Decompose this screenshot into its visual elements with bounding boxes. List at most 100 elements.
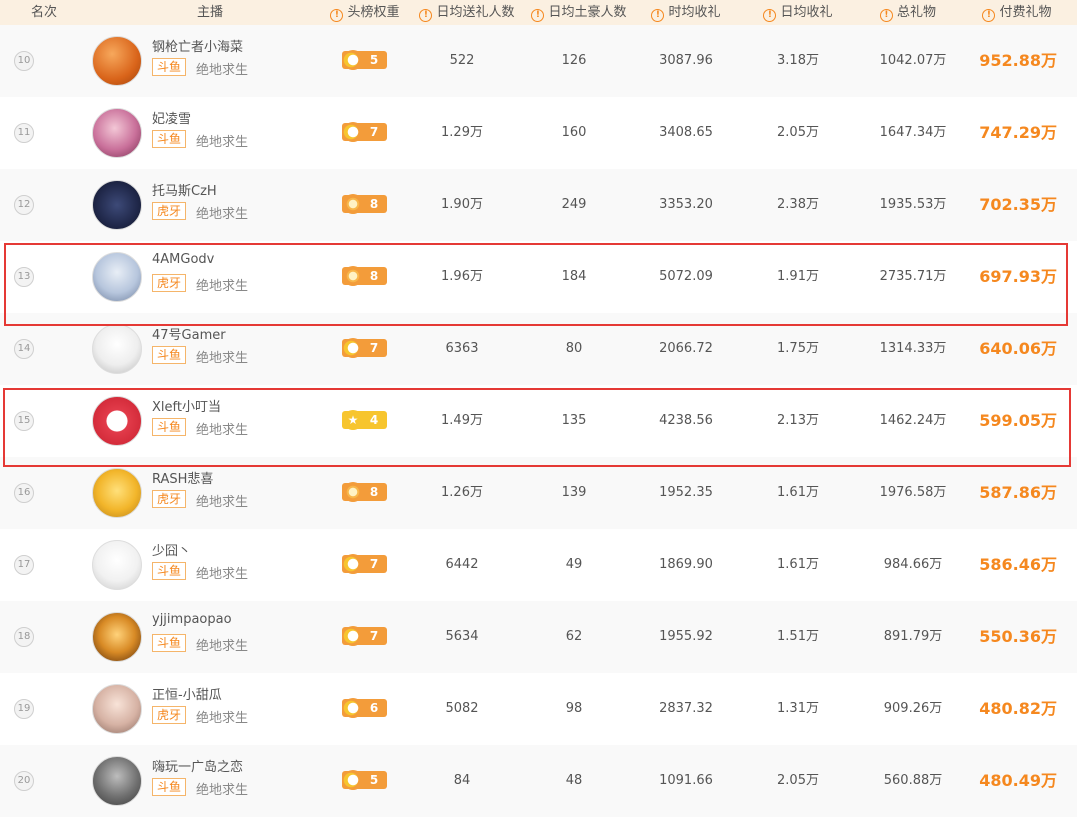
anchor-name[interactable]: 4AMGodv [152,252,214,267]
hourly-gifts-value: 3408.65 [659,125,713,140]
paid-gifts-value: 952.88万 [979,51,1057,70]
table-row[interactable]: 14 47号Gamer 斗鱼 绝地求生 7 6363 80 2066.72 1.75万 1314.… [0,313,1077,385]
weight-level: 7 [369,629,379,643]
anchor-name[interactable]: Xleft小叮当 [152,396,221,415]
rank-badge: 14 [14,339,34,359]
avatar[interactable] [92,36,142,86]
weight-level: 7 [369,341,379,355]
rank-badge: 17 [14,555,34,575]
daily-tycoons-value: 80 [565,341,583,356]
weight-badge: 8 [342,194,387,214]
game-label: 绝地求生 [196,567,249,582]
avatar[interactable] [92,396,142,446]
total-gifts-value: 909.26万 [883,701,943,716]
info-icon: ! [531,9,545,22]
daily-gifts-value: 3.18万 [777,53,819,68]
anchor-name[interactable]: RASH悲喜 [152,468,213,487]
avatar[interactable] [92,324,142,374]
star-icon: ★ [343,410,363,430]
weight-badge: 7 [342,338,387,358]
total-gifts-value: 560.88万 [883,773,943,788]
sun-icon [343,482,363,502]
avatar[interactable] [92,756,142,806]
avatar[interactable] [92,108,142,158]
anchor-name[interactable]: 钢枪亡者小海菜 [152,36,243,55]
moon-icon [343,698,363,718]
table-row[interactable]: 11 妃凌雪 斗鱼 绝地求生 7 1.29万 160 3408.65 2.05万 1647.34万… [0,97,1077,169]
info-icon: ! [330,9,344,22]
paid-gifts-value: 697.93万 [979,267,1057,286]
anchor-name[interactable]: 托马斯CzH [152,180,217,199]
daily-tycoons-value: 98 [565,701,583,716]
table-row[interactable]: 15 Xleft小叮当 斗鱼 绝地求生 ★ 4 1.49万 135 4238.56 2.13万 14… [0,385,1077,457]
table-row[interactable]: 17 少囧丶 斗鱼 绝地求生 7 6442 49 1869.90 1.61万 984.66万 586… [0,529,1077,601]
daily-tycoons-value: 49 [565,557,583,572]
anchor-name[interactable]: 47号Gamer [152,324,226,343]
avatar[interactable] [92,252,142,302]
header-daily-gifters[interactable]: ! 日均送礼人数 [412,0,522,25]
table-row[interactable]: 18 yjjimpaopao 斗鱼 绝地求生 7 5634 62 1955.92 1.51万 89… [0,601,1077,673]
header-hourly-gifts[interactable]: ! 时均收礼 [636,0,736,25]
avatar[interactable] [92,180,142,230]
weight-badge: 8 [342,266,387,286]
avatar[interactable] [92,612,142,662]
table-row[interactable]: 10 钢枪亡者小海菜 斗鱼 绝地求生 5 522 126 3087.96 3.18万 1042.0… [0,25,1077,97]
total-gifts-value: 1314.33万 [879,341,947,356]
daily-tycoons-value: 48 [565,773,583,788]
weight-level: 5 [369,773,379,787]
weight-level: 8 [369,197,379,211]
table-row[interactable]: 19 正恒-小甜瓜 虎牙 绝地求生 6 5082 98 2837.32 1.31万 909.26万… [0,673,1077,745]
daily-gifters-value: 6442 [445,557,479,572]
weight-level: 4 [369,413,379,427]
header-total-gifts[interactable]: ! 总礼物 [858,0,958,25]
platform-tag: 斗鱼 [152,778,187,796]
avatar[interactable] [92,468,142,518]
header-weight[interactable]: ! 头榜权重 [320,0,410,25]
weight-badge: 5 [342,770,387,790]
header-daily-gifts[interactable]: ! 日均收礼 [748,0,848,25]
daily-gifters-value: 5634 [445,629,479,644]
rank-badge: 20 [14,771,34,791]
game-label: 绝地求生 [196,207,249,222]
paid-gifts-value: 480.82万 [979,699,1057,718]
moon-icon [343,338,363,358]
game-label: 绝地求生 [196,63,249,78]
weight-badge: 8 [342,482,387,502]
daily-gifts-value: 1.31万 [777,701,819,716]
platform-tag: 斗鱼 [152,130,187,148]
header-paid-gifts[interactable]: ! 付费礼物 [962,0,1072,25]
avatar[interactable] [92,540,142,590]
info-icon: ! [419,9,433,22]
avatar[interactable] [92,684,142,734]
anchor-name[interactable]: 嗨玩一广岛之恋 [152,756,243,775]
hourly-gifts-value: 1955.92 [659,629,713,644]
daily-gifters-value: 1.29万 [441,125,483,140]
daily-gifts-value: 2.05万 [777,773,819,788]
paid-gifts-value: 480.49万 [979,771,1057,790]
moon-icon [343,626,363,646]
anchor-name[interactable]: yjjimpaopao [152,612,232,627]
daily-gifters-value: 1.96万 [441,269,483,284]
table-row[interactable]: 13 4AMGodv 虎牙 绝地求生 8 1.96万 184 5072.09 1.91万 2735… [0,241,1077,313]
info-icon: ! [879,9,893,22]
anchor-name[interactable]: 正恒-小甜瓜 [152,684,222,703]
anchor-name[interactable]: 少囧丶 [152,540,191,559]
table-row[interactable]: 12 托马斯CzH 虎牙 绝地求生 8 1.90万 249 3353.20 2.38万 1935.… [0,169,1077,241]
weight-level: 6 [369,701,379,715]
sun-icon [343,194,363,214]
table-row[interactable]: 20 嗨玩一广岛之恋 斗鱼 绝地求生 5 84 48 1091.66 2.05万 560.88万 4… [0,745,1077,817]
total-gifts-value: 1462.24万 [879,413,947,428]
game-label: 绝地求生 [196,423,249,438]
table-row[interactable]: 16 RASH悲喜 虎牙 绝地求生 8 1.26万 139 1952.35 1.61万 1976.… [0,457,1077,529]
daily-gifters-value: 1.49万 [441,413,483,428]
platform-tag: 斗鱼 [152,58,187,76]
game-label: 绝地求生 [196,495,249,510]
daily-tycoons-value: 62 [565,629,583,644]
moon-icon [343,50,363,70]
header-daily-tycoons[interactable]: ! 日均土豪人数 [524,0,634,25]
header-rank: 名次 [30,5,57,20]
platform-tag: 虎牙 [152,202,187,220]
anchor-name[interactable]: 妃凌雪 [152,108,191,127]
daily-tycoons-value: 139 [561,485,587,500]
rank-badge: 16 [14,483,34,503]
